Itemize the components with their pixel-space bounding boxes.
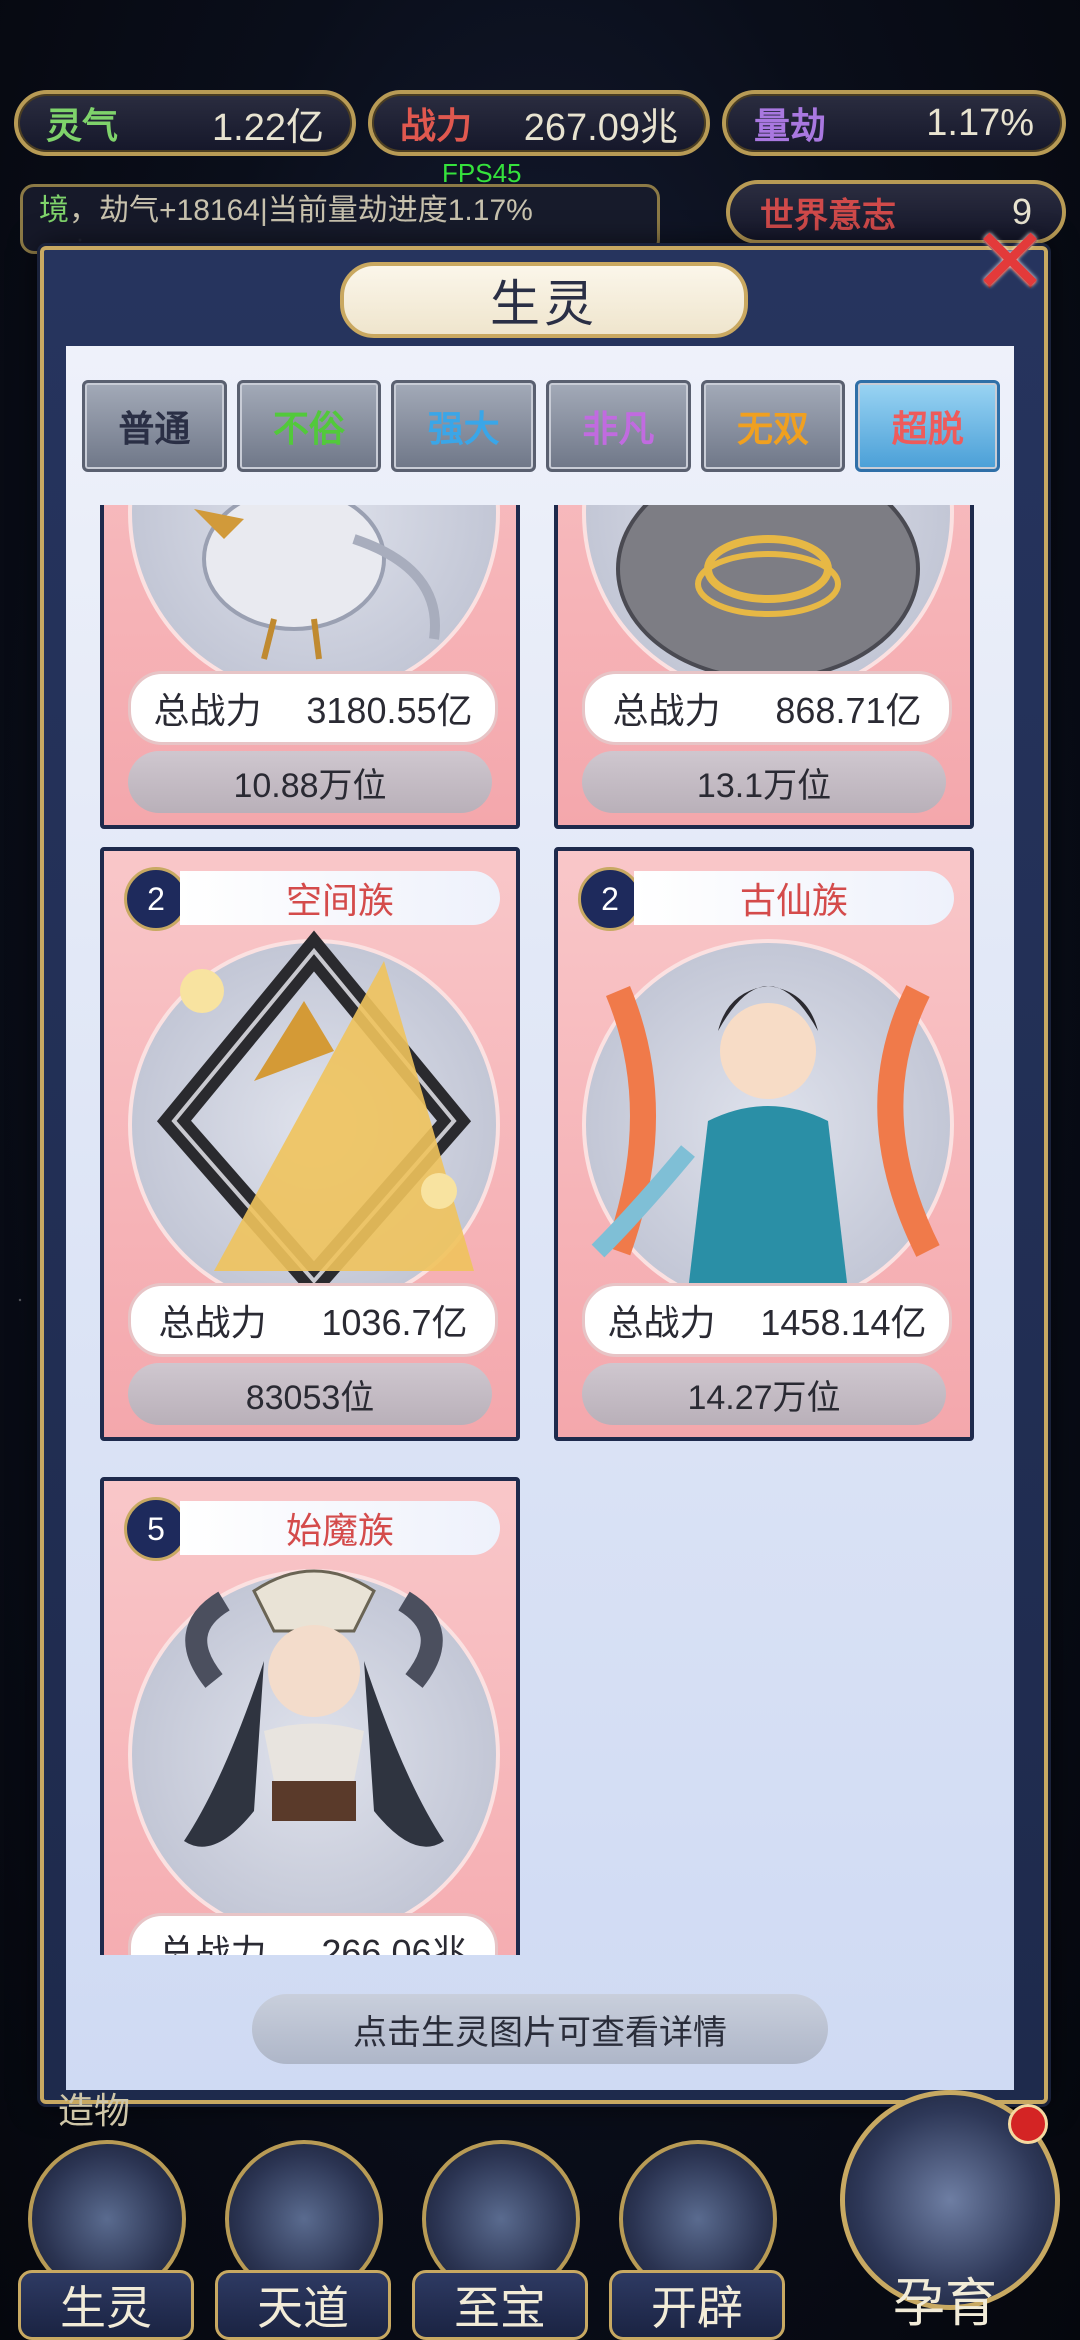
- resource-zhanli[interactable]: 战力 267.09兆: [368, 90, 710, 156]
- resource-zhanli-label: 战力: [400, 106, 473, 146]
- card-power: 总战力 3180.55亿: [128, 671, 498, 745]
- event-log[interactable]: 境，劫气+18164|当前量劫进度1.17%: [20, 184, 660, 254]
- detail-hint: 点击生灵图片可查看详情: [252, 1994, 828, 2064]
- event-log-text: ，劫气+18164|当前量劫进度1.17%: [69, 194, 533, 227]
- card-rank: 14.27万位: [582, 1363, 946, 1425]
- card-power-value: 266.06兆: [321, 1932, 468, 1955]
- tab-wushuang[interactable]: 无双: [700, 380, 846, 472]
- modal-title: 生灵: [490, 276, 598, 332]
- card-power-value: 1458.14亿: [760, 1302, 927, 1343]
- resource-lingqi-label: 灵气: [46, 106, 119, 146]
- resource-zhanli-value: 267.09兆: [523, 106, 678, 149]
- resource-liangjie-value: 1.17%: [926, 101, 1034, 144]
- nav-zhibao-label: 至宝: [412, 2270, 588, 2340]
- card-power-value: 1036.7亿: [321, 1302, 468, 1343]
- tab-chaotuo[interactable]: 超脱: [855, 380, 1001, 472]
- event-log-prefix: 境: [39, 194, 69, 227]
- card-power-value: 868.71亿: [775, 690, 922, 731]
- nav-kaipi-label: 开辟: [609, 2270, 785, 2340]
- close-icon: ✕: [971, 211, 1049, 313]
- card-power: 总战力 266.06兆: [128, 1913, 498, 1955]
- card-power-label: 总战力: [153, 690, 262, 731]
- card-power-label: 总战力: [612, 690, 721, 731]
- nav-tiandao[interactable]: 天道: [215, 2140, 391, 2340]
- tab-putong-label: 普通: [118, 408, 191, 449]
- creature-card[interactable]: 总战力 3180.55亿 10.88万位: [100, 505, 520, 829]
- nav-tiandao-label: 天道: [215, 2270, 391, 2340]
- resource-liangjie[interactable]: 量劫 1.17%: [722, 90, 1066, 156]
- card-rank: 10.88万位: [128, 751, 492, 813]
- card-power: 总战力 1036.7亿: [128, 1283, 498, 1357]
- card-power: 总战力 1458.14亿: [582, 1283, 952, 1357]
- tab-putong[interactable]: 普通: [82, 380, 227, 472]
- nav-shengling-label: 生灵: [18, 2270, 194, 2340]
- card-level-badge: 5: [124, 1497, 188, 1561]
- tab-feifan[interactable]: 非凡: [546, 380, 691, 472]
- tab-qiangda[interactable]: 强大: [391, 380, 537, 472]
- card-power-label: 总战力: [158, 1932, 267, 1955]
- creature-card[interactable]: 2 古仙族 总战力 1458.14亿 14.27万位: [554, 847, 974, 1441]
- nav-shengling[interactable]: 生灵: [18, 2140, 194, 2340]
- creature-card[interactable]: 5 始魔族 总战力 266.06兆: [100, 1477, 520, 1955]
- tab-qiangda-label: 强大: [427, 408, 500, 449]
- resource-lingqi-value: 1.22亿: [212, 106, 324, 149]
- card-rank: 13.1万位: [582, 751, 946, 813]
- card-rank: 83053位: [128, 1363, 492, 1425]
- card-power: 总战力 868.71亿: [582, 671, 952, 745]
- tab-chaotuo-label: 超脱: [891, 408, 964, 449]
- resource-liangjie-label: 量劫: [754, 106, 827, 146]
- creature-grid[interactable]: 总战力 3180.55亿 10.88万位 总战力 868.71亿 13.1万位 2 …: [66, 505, 1014, 1955]
- tab-feifan-label: 非凡: [582, 408, 655, 449]
- card-race-label: 空间族: [180, 871, 500, 925]
- close-button[interactable]: ✕: [968, 216, 1052, 308]
- card-race-label: 始魔族: [180, 1501, 500, 1555]
- card-level-badge: 2: [124, 867, 188, 931]
- modal-title-plate: 生灵: [340, 262, 748, 338]
- tab-busu[interactable]: 不俗: [236, 380, 382, 472]
- tab-busu-label: 不俗: [273, 408, 346, 449]
- card-level-badge: 2: [578, 867, 642, 931]
- card-power-label: 总战力: [607, 1302, 716, 1343]
- nav-kaipi[interactable]: 开辟: [609, 2140, 785, 2340]
- card-power-value: 3180.55亿: [306, 690, 473, 731]
- notification-dot: [1008, 2104, 1048, 2144]
- resource-lingqi[interactable]: 灵气 1.22亿: [14, 90, 356, 156]
- nav-yuyu-label: 孕育: [892, 2275, 997, 2333]
- creature-card[interactable]: 2 空间族 总战力 1036.7亿 83053位: [100, 847, 520, 1441]
- world-will-label: 世界意志: [760, 197, 896, 235]
- nav-zhibao[interactable]: 至宝: [412, 2140, 588, 2340]
- card-race-label: 古仙族: [634, 871, 954, 925]
- rarity-tabs: 普通 不俗 强大 非凡 无双 超脱: [82, 380, 1001, 472]
- creature-card[interactable]: 总战力 868.71亿 13.1万位: [554, 505, 974, 829]
- tab-wushuang-label: 无双: [737, 408, 810, 449]
- card-power-label: 总战力: [158, 1302, 267, 1343]
